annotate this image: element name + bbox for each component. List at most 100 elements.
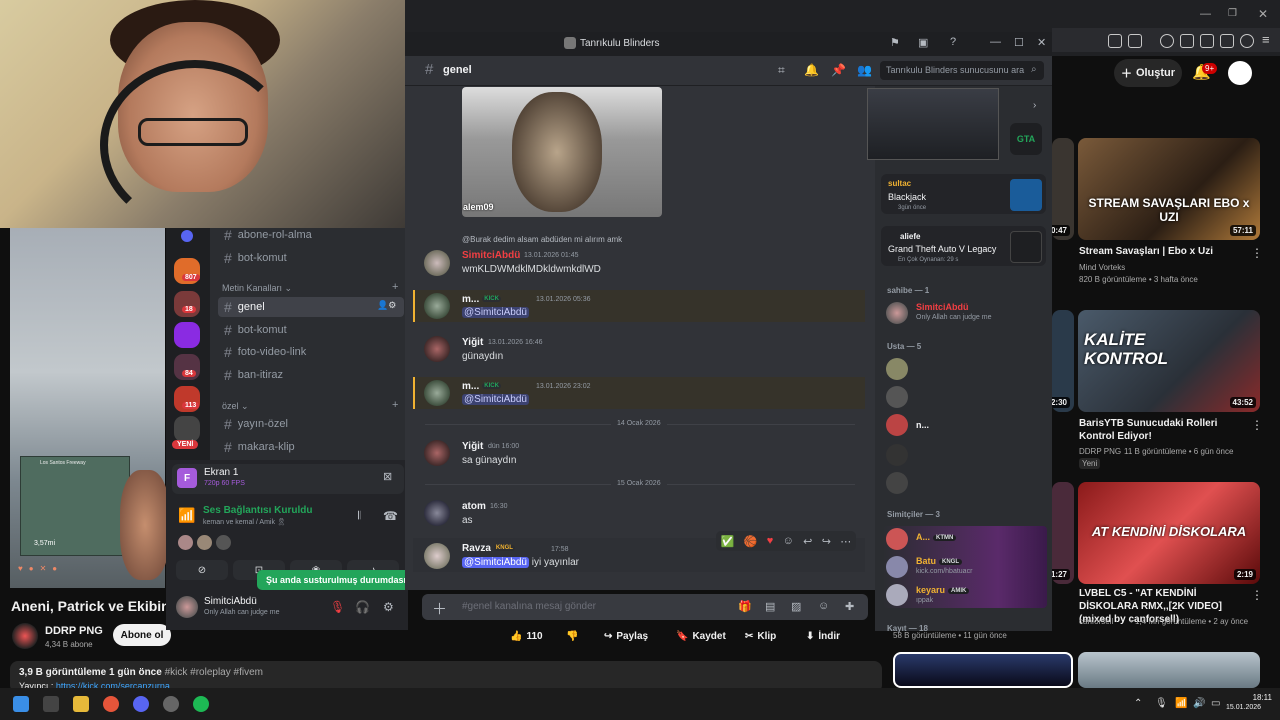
more-icon[interactable]: ⋮ bbox=[1251, 588, 1263, 602]
basketball-reaction-icon[interactable]: 🏀 bbox=[744, 535, 758, 548]
threads-icon[interactable]: ⌗ bbox=[778, 63, 785, 78]
inbox-icon[interactable]: ▣ bbox=[918, 36, 928, 49]
message-author[interactable]: m... KICK bbox=[462, 381, 501, 392]
apps-icon[interactable]: ✚ bbox=[845, 600, 854, 613]
close-icon[interactable]: ✕ bbox=[1037, 36, 1046, 49]
restore-icon[interactable]: ❐ bbox=[1228, 8, 1237, 19]
heart-reaction-icon[interactable]: ♥ bbox=[767, 535, 774, 547]
search-input[interactable]: Tanrıkulu Blinders sunucusunu ara bbox=[880, 61, 1044, 80]
category-metin-kanallari[interactable]: Metin Kanalları ⌄ bbox=[222, 283, 292, 294]
member-avatar[interactable] bbox=[886, 358, 908, 380]
self-avatar[interactable] bbox=[176, 596, 198, 618]
ai-icon[interactable] bbox=[1220, 34, 1234, 48]
share-button[interactable]: ↪ Paylaş bbox=[604, 626, 648, 646]
member-avatar[interactable] bbox=[886, 528, 908, 550]
member-name[interactable]: keyaru AMIK bbox=[916, 585, 970, 595]
check-reaction-icon[interactable]: ✅ bbox=[721, 535, 735, 548]
message-author[interactable]: SimitciAbdü bbox=[462, 250, 520, 261]
dm-icon[interactable] bbox=[181, 230, 193, 242]
channel-name[interactable]: DDRP PNG bbox=[45, 625, 103, 637]
invite-icon[interactable]: 👤⚙ bbox=[377, 300, 396, 311]
clock-time[interactable]: 18:11 bbox=[1240, 693, 1272, 702]
channel-ban-itiraz[interactable]: # ban-itiraz bbox=[218, 365, 404, 385]
wallet-icon[interactable] bbox=[1200, 34, 1214, 48]
wifi-icon[interactable]: 📶 bbox=[1175, 698, 1187, 709]
message-author[interactable]: Yiğit bbox=[462, 337, 483, 348]
message-author[interactable]: atom bbox=[462, 501, 486, 512]
clock-date[interactable]: 15.01.2026 bbox=[1226, 704, 1261, 711]
member-name[interactable]: Batu KNGL bbox=[916, 556, 962, 566]
chevron-up-icon[interactable]: ⌃ bbox=[1134, 698, 1142, 709]
server-icon[interactable] bbox=[174, 291, 200, 317]
related-title-1[interactable]: Stream Savaşları | Ebo x Uzi bbox=[1079, 245, 1249, 258]
avatar[interactable] bbox=[424, 380, 450, 406]
message-input[interactable]: #genel kanalına mesaj gönder bbox=[462, 601, 596, 612]
avatar[interactable] bbox=[424, 500, 450, 526]
avatar[interactable] bbox=[424, 293, 450, 319]
member-avatar[interactable] bbox=[886, 414, 908, 436]
voice-member-avatar[interactable] bbox=[216, 535, 231, 550]
clip-button[interactable]: ✂ Klip bbox=[745, 626, 776, 646]
mic-muted-icon[interactable]: 🎙 bbox=[330, 600, 345, 614]
message-author[interactable]: Ravza KNGL bbox=[462, 543, 515, 554]
related-thumb-partial[interactable]: 0:47 bbox=[1052, 138, 1074, 240]
more-icon[interactable]: ⋮ bbox=[1251, 418, 1263, 432]
deafen-icon[interactable]: 🎧 bbox=[355, 600, 370, 614]
volume-icon[interactable]: 🔊 bbox=[1193, 698, 1205, 709]
channel-foto-video-link[interactable]: # foto-video-link bbox=[218, 342, 404, 362]
member-avatar[interactable] bbox=[886, 584, 908, 606]
channel-yayin-ozel[interactable]: # yayın-özel bbox=[218, 414, 404, 434]
more-icon[interactable]: ⋮ bbox=[1251, 246, 1263, 260]
emoji-icon[interactable]: ☺ bbox=[818, 600, 829, 612]
windows-start-icon[interactable] bbox=[13, 696, 29, 712]
account-avatar[interactable] bbox=[1228, 61, 1252, 85]
add-channel-icon[interactable]: + bbox=[392, 281, 398, 293]
message-author[interactable]: Yiğit bbox=[462, 441, 483, 452]
activity-user[interactable]: sultac bbox=[888, 179, 911, 188]
battery-icon[interactable]: ▭ bbox=[1211, 698, 1220, 709]
discord-icon[interactable] bbox=[133, 696, 149, 712]
related-channel-1[interactable]: Mind Vorteks bbox=[1079, 262, 1125, 273]
voice-member-avatar[interactable] bbox=[178, 535, 193, 550]
notification-bell-icon[interactable]: 🔔 bbox=[804, 63, 819, 77]
more-icon[interactable]: ⋯ bbox=[840, 535, 851, 548]
stop-stream-icon[interactable]: ⊠ bbox=[383, 470, 392, 483]
maximize-icon[interactable]: ☐ bbox=[1014, 36, 1024, 49]
file-explorer-icon[interactable] bbox=[73, 696, 89, 712]
task-view-icon[interactable] bbox=[43, 696, 59, 712]
flag-icon[interactable]: ⚑ bbox=[890, 36, 900, 49]
music-icon[interactable] bbox=[1160, 34, 1174, 48]
shield-icon[interactable] bbox=[1240, 34, 1254, 48]
related-thumb-partial[interactable]: 2:30 bbox=[1052, 310, 1074, 412]
related-channel-3[interactable]: canforsell bbox=[1079, 616, 1113, 627]
related-thumb-5[interactable] bbox=[893, 652, 1073, 688]
activity-user[interactable]: aliefe bbox=[900, 232, 920, 241]
extension-icon[interactable] bbox=[1108, 34, 1122, 48]
member-name[interactable]: n... bbox=[916, 420, 929, 430]
channel-bot-komut-2[interactable]: # bot-komut bbox=[218, 320, 404, 340]
gift-icon[interactable]: 🎁 bbox=[738, 600, 752, 613]
sidebar-icon[interactable] bbox=[1180, 34, 1194, 48]
user-mention[interactable]: @SimitciAbdü bbox=[462, 394, 529, 405]
related-thumb-2[interactable]: KALİTE KONTROL 43:52 bbox=[1078, 310, 1260, 412]
self-username[interactable]: SimitciAbdü bbox=[204, 596, 257, 607]
mic-icon[interactable]: 🎙 bbox=[1155, 698, 1168, 709]
member-avatar[interactable] bbox=[886, 444, 908, 466]
help-icon[interactable]: ? bbox=[950, 36, 956, 48]
voice-member-avatar[interactable] bbox=[197, 535, 212, 550]
pin-icon[interactable]: 📌 bbox=[831, 63, 846, 77]
server-icon[interactable] bbox=[174, 322, 200, 348]
settings-icon[interactable]: ⚙ bbox=[383, 600, 394, 614]
chevron-right-icon[interactable]: › bbox=[1033, 100, 1036, 111]
channel-makara-klip[interactable]: # makara-klip bbox=[218, 437, 404, 457]
dislike-button[interactable]: 👎 bbox=[566, 626, 578, 646]
channel-bot-komut[interactable]: # bot-komut bbox=[218, 248, 404, 268]
related-thumb-3[interactable]: AT KENDİNİ DİSKOLARA 2:19 bbox=[1078, 482, 1260, 584]
voice-channel[interactable]: keman ve kemal / Amik 🎗 bbox=[203, 518, 286, 526]
disconnect-icon[interactable]: ☎ bbox=[383, 509, 398, 523]
screenshot-icon[interactable] bbox=[1128, 34, 1142, 48]
category-ozel[interactable]: özel ⌄ bbox=[222, 401, 249, 412]
member-list-icon[interactable]: 👥 bbox=[857, 63, 872, 77]
camera-off-button[interactable]: ⊘ bbox=[176, 560, 228, 580]
related-channel-2[interactable]: DDRP PNG bbox=[1079, 446, 1121, 457]
